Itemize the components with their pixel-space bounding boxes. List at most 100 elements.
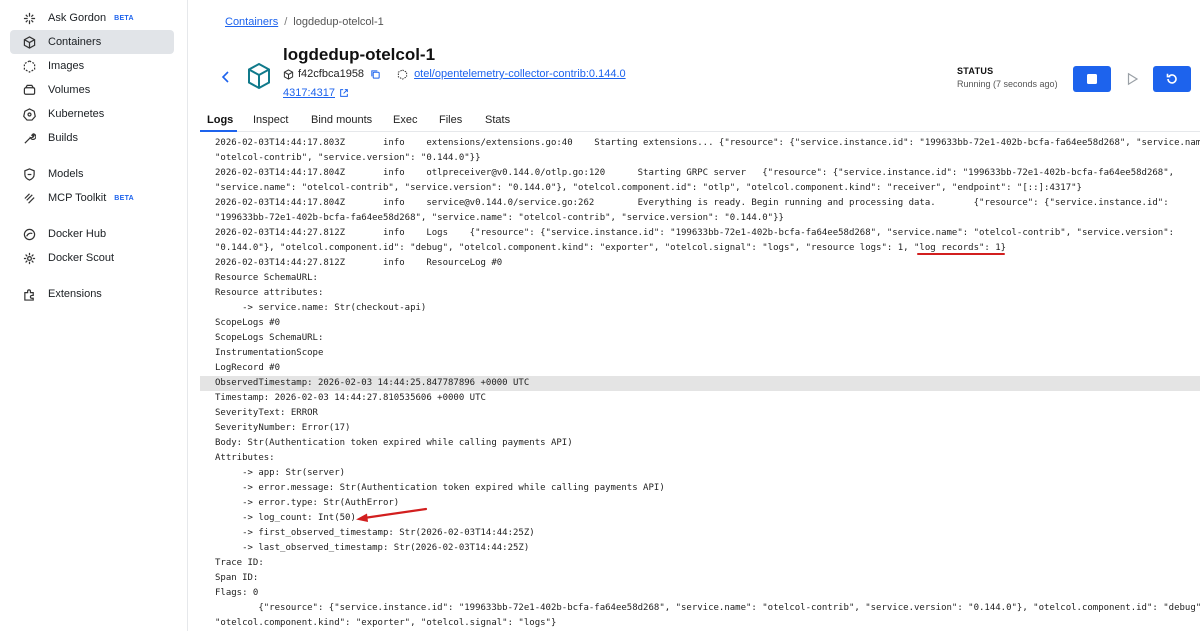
sidebar-item-label: Kubernetes (48, 108, 105, 120)
gordon-icon (22, 11, 36, 25)
sidebar-item-label: Volumes (48, 84, 91, 96)
breadcrumb: Containers / logdedup-otelcol-1 (225, 16, 384, 28)
sidebar-item-label: Images (48, 60, 85, 72)
images-icon (22, 59, 36, 73)
sidebar-item-label: Docker Hub (48, 228, 107, 240)
stop-button[interactable] (1073, 66, 1111, 92)
log-line: 2026-02-03T14:44:27.812Z info ResourceLo… (215, 258, 503, 268)
restart-button[interactable] (1153, 66, 1191, 92)
play-icon (1127, 72, 1139, 86)
container-id: f42cfbca1958 (298, 68, 365, 80)
kubernetes-icon (22, 107, 36, 121)
mcp-icon (22, 191, 36, 205)
sidebar-item-label: Ask Gordon (48, 12, 107, 24)
log-line: -> error.message: Str(Authentication tok… (215, 483, 665, 493)
sidebar-item-volumes[interactable]: Volumes (10, 78, 174, 102)
models-icon (22, 167, 36, 181)
tab-bar: Logs Inspect Bind mounts Exec Files Stat… (200, 108, 1200, 132)
sidebar-item-ask-gordon[interactable]: Ask Gordon BETA (10, 6, 174, 30)
beta-badge: BETA (114, 194, 135, 202)
beta-badge: BETA (114, 14, 134, 22)
tab-stats[interactable]: Stats (485, 114, 510, 126)
log-line: Trace ID: (215, 558, 264, 568)
log-line: Resource SchemaURL: (215, 273, 318, 283)
sidebar: Ask Gordon BETA Containers Images Volume… (0, 0, 188, 631)
image-link[interactable]: otel/opentelemetry-collector-contrib:0.1… (414, 68, 626, 80)
log-line: 2026-02-03T14:44:27.812Z info Logs {"res… (215, 228, 1175, 238)
status-value: Running (7 seconds ago) (957, 79, 1058, 89)
sidebar-item-label: Docker Scout (48, 252, 115, 264)
log-line: SeverityText: ERROR (215, 408, 318, 418)
log-line: Resource attributes: (215, 288, 324, 298)
volumes-icon (22, 83, 36, 97)
status-label: STATUS (957, 66, 994, 76)
breadcrumb-containers-link[interactable]: Containers (225, 16, 278, 28)
image-icon (397, 68, 408, 80)
sidebar-item-docker-scout[interactable]: Docker Scout (10, 246, 174, 270)
log-line: ScopeLogs #0 (215, 318, 281, 328)
sidebar-item-docker-hub[interactable]: Docker Hub (10, 222, 174, 246)
log-line: ScopeLogs SchemaURL: (215, 333, 324, 343)
restart-icon (1166, 73, 1177, 84)
sidebar-item-kubernetes[interactable]: Kubernetes (10, 102, 174, 126)
container-name: logdedup-otelcol-1 (283, 45, 436, 64)
sidebar-item-label: MCP Toolkit (48, 192, 107, 204)
log-line: -> last_observed_timestamp: Str(2026-02-… (215, 543, 530, 553)
tab-logs[interactable]: Logs (207, 114, 233, 126)
chevron-left-icon (221, 71, 229, 83)
log-line: Timestamp: 2026-02-03 14:44:27.810535606… (215, 393, 486, 403)
annotation-arrow-icon (356, 507, 428, 522)
breadcrumb-current: logdedup-otelcol-1 (293, 16, 384, 28)
container-icon (22, 35, 36, 49)
log-line-highlighted: ObservedTimestamp: 2026-02-03 14:44:25.8… (200, 376, 1200, 391)
log-line: 2026-02-03T14:44:17.804Z info otlpreceiv… (215, 168, 1175, 178)
sidebar-item-builds[interactable]: Builds (10, 126, 174, 150)
log-line: 2026-02-03T14:44:17.804Z info service@v0… (215, 198, 1169, 208)
log-line: "otelcol.component.kind": "exporter", "o… (215, 618, 557, 628)
log-line: SeverityNumber: Error(17) (215, 423, 351, 433)
hub-icon (22, 227, 36, 241)
tab-files[interactable]: Files (439, 114, 462, 126)
container-large-icon (246, 62, 272, 92)
sidebar-item-containers[interactable]: Containers (10, 30, 174, 54)
log-line: Attributes: (215, 453, 275, 463)
scout-icon (22, 251, 36, 265)
tab-bind-mounts[interactable]: Bind mounts (311, 114, 372, 126)
log-line: -> app: Str(server) (215, 468, 346, 478)
log-line: -> first_observed_timestamp: Str(2026-02… (215, 528, 535, 538)
log-line: Flags: 0 (215, 588, 259, 598)
log-line: "199633bb-72e1-402b-bcfa-fa64ee58d268", … (215, 213, 784, 223)
sidebar-item-label: Containers (48, 36, 102, 48)
sidebar-item-models[interactable]: Models (10, 162, 174, 186)
log-line: {"resource": {"service.instance.id": "19… (215, 603, 1200, 613)
log-line: "service.name": "otelcol-contrib", "serv… (215, 183, 1082, 193)
start-button[interactable] (1113, 66, 1151, 92)
container-id-icon (283, 68, 294, 80)
breadcrumb-separator: / (284, 16, 288, 28)
back-button[interactable] (219, 70, 233, 84)
builds-icon (22, 131, 36, 145)
tab-inspect[interactable]: Inspect (253, 114, 288, 126)
sidebar-item-label: Models (48, 168, 84, 180)
log-line: "otelcol-contrib", "service.version": "0… (215, 153, 481, 163)
sidebar-item-extensions[interactable]: Extensions (10, 282, 174, 306)
sidebar-item-images[interactable]: Images (10, 54, 174, 78)
log-line: Span ID: (215, 573, 259, 583)
copy-icon[interactable] (370, 69, 381, 80)
sidebar-item-mcp-toolkit[interactable]: MCP Toolkit BETA (10, 186, 174, 210)
log-line: Body: Str(Authentication token expired w… (215, 438, 573, 448)
port-text: 4317:4317 (283, 87, 335, 99)
stop-icon (1087, 74, 1097, 84)
active-tab-indicator (200, 130, 237, 132)
sidebar-item-label: Extensions (48, 288, 102, 300)
sidebar-item-label: Builds (48, 132, 78, 144)
container-meta: f42cfbca1958 otel/opentelemetry-collecto… (283, 68, 626, 80)
log-output[interactable]: 2026-02-03T14:44:17.803Z info extensions… (200, 133, 1200, 631)
log-line: "0.144.0"}, "otelcol.component.id": "deb… (215, 243, 1007, 253)
log-line: LogRecord #0 (215, 363, 281, 373)
port-link[interactable]: 4317:4317 (283, 87, 349, 99)
log-line: 2026-02-03T14:44:17.803Z info extensions… (215, 138, 1200, 148)
log-line: -> service.name: Str(checkout-api) (215, 303, 427, 313)
tab-exec[interactable]: Exec (393, 114, 417, 126)
extensions-icon (22, 287, 36, 301)
